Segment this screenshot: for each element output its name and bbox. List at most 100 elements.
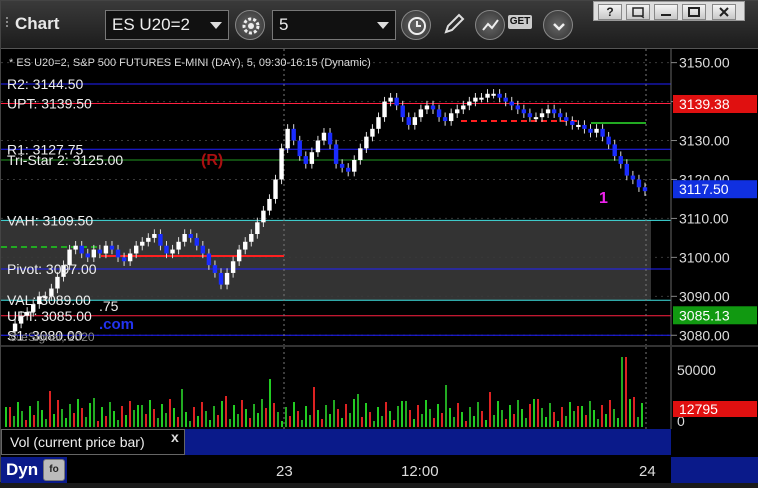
volume-bar: [81, 408, 83, 427]
volume-bar: [13, 416, 15, 427]
volume-bar: [77, 399, 79, 427]
candle-body: [279, 148, 284, 180]
volume-bar: [49, 391, 51, 427]
volume-bar: [165, 413, 167, 427]
lock-icon[interactable]: fo: [43, 459, 65, 481]
chart-area[interactable]: R2: 3144.50 UPT: 3139.50 R1: 3127.75 Tri-St…: [1, 49, 758, 483]
volume-bar: [193, 407, 195, 427]
volume-bar: [425, 400, 427, 427]
close-study-button[interactable]: x: [171, 429, 179, 445]
volume-bar: [593, 410, 595, 427]
volume-bar: [401, 401, 403, 427]
help-button[interactable]: ?: [598, 4, 622, 20]
restore-icon: [632, 7, 645, 19]
symbol-value: ES U20=2: [112, 15, 190, 34]
time-template-button[interactable]: [401, 10, 431, 40]
candle-body: [533, 117, 539, 120]
minimize-button[interactable]: [654, 4, 678, 20]
watermark-link: .com: [99, 316, 134, 333]
volume-bar: [185, 412, 187, 427]
settings-button[interactable]: [235, 10, 265, 40]
volume-bar: [589, 401, 591, 427]
candle-body: [339, 163, 345, 168]
candle-body: [370, 128, 375, 137]
gear-icon: [242, 17, 260, 35]
level-label: R2: 3144.50: [7, 76, 83, 92]
candle-body: [188, 234, 193, 238]
candle-body: [140, 241, 145, 246]
price-tag-text: 3117.50: [679, 181, 729, 197]
count-label: 1: [599, 190, 608, 207]
interval-select[interactable]: 5: [272, 10, 396, 40]
volume-bar: [269, 379, 271, 427]
candle-body: [200, 245, 206, 254]
volume-bar: [273, 403, 275, 427]
candle-body: [243, 241, 248, 250]
volume-bar: [541, 408, 543, 427]
volume-bar: [5, 407, 7, 427]
candle-body: [582, 124, 587, 129]
volume-bar: [141, 405, 143, 427]
watermark: © eSignal, 2020: [9, 330, 95, 344]
chevron-down-icon: [553, 23, 565, 31]
volume-bar: [209, 420, 211, 427]
studies-button[interactable]: [475, 10, 505, 40]
candle-body: [618, 156, 623, 164]
volume-bar: [157, 418, 159, 427]
drag-grip-icon[interactable]: [5, 15, 13, 33]
price-chart[interactable]: R2: 3144.50UPT: 3139.50R1: 3127.75Tri-St…: [1, 49, 758, 429]
chevron-down-icon: [210, 22, 222, 29]
candle-body: [400, 105, 405, 118]
volume-bar: [61, 409, 63, 427]
volume-bar: [517, 400, 519, 427]
symbol-select[interactable]: ES U20=2: [105, 10, 229, 40]
get-button[interactable]: GET: [506, 11, 540, 37]
candle-body: [164, 245, 169, 254]
maximize-button[interactable]: [682, 4, 706, 20]
candle-body: [545, 109, 551, 114]
volume-bar: [89, 403, 91, 427]
volume-bar: [633, 397, 635, 427]
candle-body: [558, 113, 563, 118]
volume-bar: [373, 421, 375, 427]
volume-bar: [613, 409, 615, 427]
volume-bar: [257, 413, 259, 427]
volume-label-bar: Vol (current price bar): [1, 429, 185, 455]
clock-icon: [408, 17, 426, 35]
volume-bar: [109, 402, 111, 427]
candle-body: [527, 113, 533, 118]
volume-bar: [489, 392, 491, 427]
candle-body: [182, 234, 187, 242]
candle-body: [309, 152, 315, 164]
y-tick: 3090.00: [679, 288, 730, 304]
candle-body: [327, 132, 333, 145]
volume-bar: [153, 409, 155, 427]
candle-body: [521, 109, 527, 114]
volume-bar: [117, 420, 119, 427]
window-title: Chart: [15, 14, 60, 33]
draw-tool-button[interactable]: [441, 11, 469, 39]
volume-bar: [313, 387, 315, 427]
volume-bar: [437, 404, 439, 427]
x-tick: 24: [639, 463, 656, 480]
volume-bar: [69, 404, 71, 427]
volume-bar: [553, 412, 555, 427]
candle-body: [467, 101, 472, 106]
more-button[interactable]: [543, 10, 573, 40]
candle-body: [236, 249, 242, 262]
candle-body: [285, 128, 290, 149]
candle-body: [97, 249, 103, 254]
volume-bar: [453, 417, 455, 427]
candle-body: [333, 144, 339, 164]
volume-bar: [549, 403, 551, 427]
toolbar: Chart ES U20=2 5 GET ?: [1, 1, 758, 49]
dynamic-label[interactable]: Dyn: [6, 460, 38, 480]
volume-bar: [173, 408, 175, 427]
volume-bar: [545, 417, 547, 427]
x-tick: 23: [276, 463, 293, 480]
volume-bar: [497, 401, 499, 427]
volume-footer: [185, 429, 671, 455]
restore-button[interactable]: [626, 4, 650, 20]
volume-bar: [385, 402, 387, 427]
close-button[interactable]: [712, 4, 736, 20]
